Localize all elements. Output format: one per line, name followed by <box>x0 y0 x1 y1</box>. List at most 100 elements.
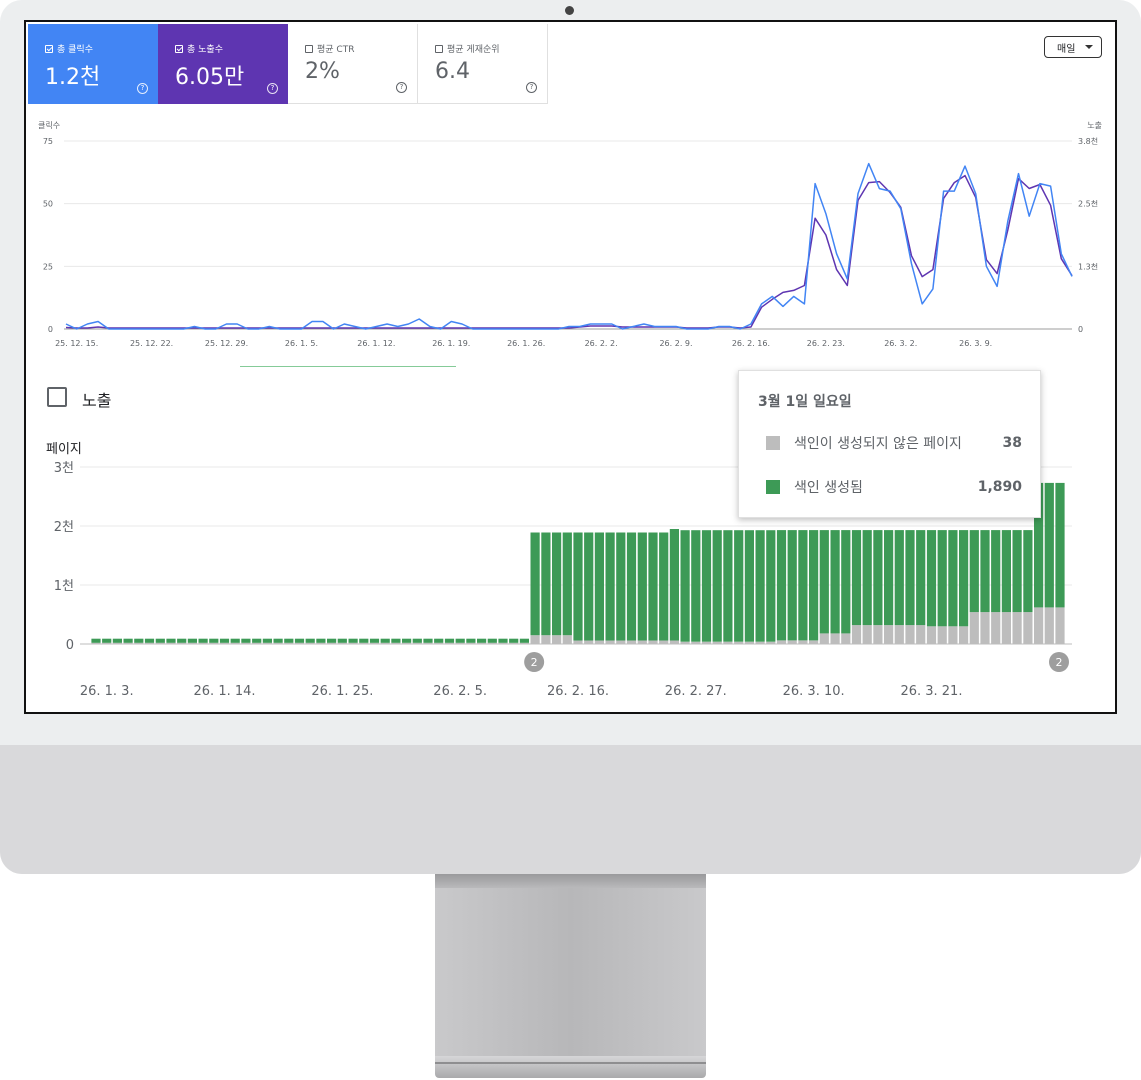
metric-label-text: 총 클릭수 <box>57 45 93 55</box>
bar-indexed <box>616 532 626 641</box>
bar-not-indexed <box>423 642 433 644</box>
metric-value: 2% <box>305 59 340 84</box>
bar-indexed <box>434 638 444 643</box>
bar-not-indexed <box>916 625 926 644</box>
x-tick-label: 26. 3. 2. <box>884 339 917 348</box>
bar-indexed <box>1044 482 1054 608</box>
bar-indexed <box>123 638 133 643</box>
bar-indexed <box>766 530 776 642</box>
bar-indexed <box>562 532 572 636</box>
bar-not-indexed <box>605 640 615 644</box>
bar-indexed <box>916 530 926 626</box>
bar-not-indexed <box>1023 612 1033 644</box>
bar-indexed <box>327 638 337 643</box>
bar-indexed <box>809 530 819 641</box>
checkbox-icon[interactable] <box>435 44 443 53</box>
bar-indexed <box>348 638 358 643</box>
x-tick-label: 26. 2. 27. <box>665 684 727 699</box>
annotation-count: 2 <box>531 656 538 669</box>
bar-indexed <box>391 638 401 643</box>
bar-not-indexed <box>980 612 990 644</box>
bar-not-indexed <box>123 642 133 644</box>
bar-indexed <box>755 530 765 642</box>
stand-shadow <box>435 874 706 888</box>
bar-not-indexed <box>584 640 594 644</box>
bar-not-indexed <box>134 642 144 644</box>
bar-not-indexed <box>284 642 294 644</box>
monitor-stand <box>435 874 706 1056</box>
bar-not-indexed <box>294 642 305 644</box>
x-tick-label: 26. 2. 16. <box>732 339 770 348</box>
camera-icon <box>565 6 574 15</box>
bar-not-indexed <box>648 640 658 644</box>
metric-card-clicks[interactable]: 총 클릭수 1.2천 ? <box>28 24 158 104</box>
bar-indexed <box>198 638 208 643</box>
metric-card-impressions[interactable]: 총 노출수 6.05만 ? <box>158 24 288 104</box>
help-icon[interactable]: ? <box>267 83 278 94</box>
bar-indexed <box>519 638 529 643</box>
clicks-line <box>65 162 1073 330</box>
bar-not-indexed <box>991 612 1001 644</box>
bar-indexed <box>841 530 851 634</box>
bar-indexed <box>380 638 390 643</box>
metric-card-position[interactable]: 평균 게재순위 6.4 ? <box>418 24 548 104</box>
bar-indexed <box>584 532 594 641</box>
x-tick-label: 26. 1. 3. <box>80 684 134 699</box>
bar-not-indexed <box>776 640 787 644</box>
x-tick-label: 26. 2. 5. <box>433 684 487 699</box>
bar-not-indexed <box>701 641 712 644</box>
bar-indexed <box>498 638 508 643</box>
bar-not-indexed <box>851 625 862 644</box>
bar-not-indexed <box>1001 612 1011 644</box>
y-tick-label: 2천 <box>54 520 74 535</box>
period-dropdown[interactable]: 매일 <box>1044 36 1102 58</box>
bar-indexed <box>851 530 862 626</box>
bar-not-indexed <box>755 641 765 644</box>
checkbox-checked-icon[interactable] <box>45 44 53 53</box>
metric-card-ctr[interactable]: 평균 CTR 2% ? <box>288 24 418 104</box>
bar-indexed <box>187 638 197 643</box>
bar-not-indexed <box>926 626 937 644</box>
checkbox-icon[interactable] <box>305 44 313 53</box>
bar-indexed <box>241 638 251 643</box>
bar-indexed <box>948 530 958 627</box>
help-icon[interactable]: ? <box>137 83 148 94</box>
x-tick-label: 26. 3. 9. <box>959 339 992 348</box>
bar-not-indexed <box>466 642 476 644</box>
help-icon[interactable]: ? <box>396 82 407 93</box>
help-icon[interactable]: ? <box>526 82 537 93</box>
bar-not-indexed <box>637 640 647 644</box>
bar-indexed <box>112 638 122 643</box>
bar-not-indexed <box>723 641 733 644</box>
bar-not-indexed <box>1044 607 1054 644</box>
tooltip-row-value: 1,890 <box>977 479 1022 495</box>
bar-not-indexed <box>712 641 722 644</box>
bar-indexed <box>155 638 165 643</box>
bar-not-indexed <box>209 642 219 644</box>
bar-not-indexed <box>862 625 872 644</box>
bar-not-indexed <box>905 625 915 644</box>
screen: 총 클릭수 1.2천 ? 총 노출수 6.05만 ? 평균 CTR 2% ? 평… <box>24 20 1117 714</box>
bar-indexed <box>252 638 262 643</box>
x-tick-label: 26. 2. 23. <box>807 339 845 348</box>
right-axis-title: 노출 <box>1087 120 1102 130</box>
section-checkbox[interactable] <box>47 387 67 407</box>
bar-not-indexed <box>809 640 819 644</box>
chart-tooltip: 3월 1일 일요일 색인이 생성되지 않은 페이지 38 색인 생성됨 1,89… <box>738 370 1041 518</box>
bar-not-indexed <box>155 642 165 644</box>
bar-indexed <box>605 532 615 641</box>
bar-indexed <box>787 530 797 641</box>
bar-not-indexed <box>380 642 390 644</box>
y-tick-label: 3천 <box>54 461 74 476</box>
bar-indexed <box>894 530 904 626</box>
right-tick-label: 0 <box>1078 325 1083 334</box>
bar-indexed <box>402 638 412 643</box>
bar-not-indexed <box>369 642 380 644</box>
bar-indexed <box>669 529 679 641</box>
right-tick-label: 1.3천 <box>1078 261 1098 271</box>
bar-indexed <box>905 530 915 626</box>
bar-indexed <box>691 530 701 642</box>
checkbox-checked-icon[interactable] <box>175 44 183 53</box>
bar-not-indexed <box>1034 607 1044 644</box>
bar-indexed <box>1055 482 1065 608</box>
